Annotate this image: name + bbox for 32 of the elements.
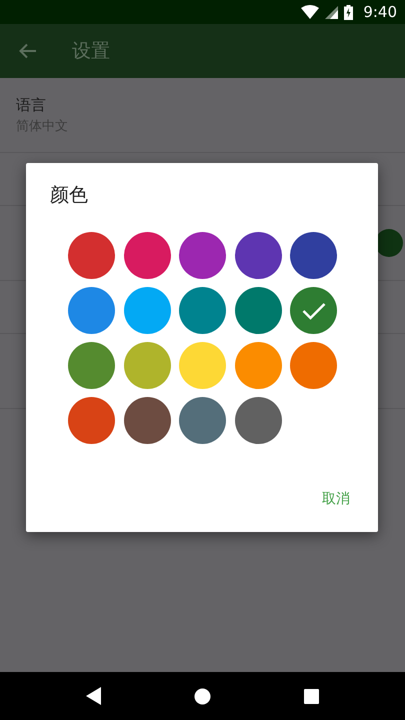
color-swatch[interactable] [290, 232, 337, 279]
recents-icon[interactable] [304, 688, 319, 704]
color-swatch[interactable] [179, 232, 226, 279]
color-swatch[interactable] [124, 342, 170, 389]
home-icon[interactable] [194, 688, 212, 704]
color-swatch[interactable] [68, 342, 115, 389]
color-swatch[interactable] [234, 397, 282, 444]
color-swatch[interactable] [290, 287, 337, 334]
color-swatch[interactable] [68, 397, 115, 444]
color-swatch[interactable] [179, 397, 226, 444]
checkmark-icon [302, 302, 326, 320]
color-swatch[interactable] [68, 287, 115, 334]
cancel-button[interactable]: 取消 [310, 482, 362, 516]
screen-title: 设置 [72, 39, 110, 64]
color-swatch[interactable] [179, 287, 226, 334]
color-swatch[interactable] [124, 232, 170, 279]
color-swatch[interactable] [179, 342, 226, 389]
battery-icon [344, 4, 354, 20]
signal-icon [325, 6, 338, 18]
back-arrow-icon[interactable] [19, 43, 37, 59]
setting-title: 语言 [16, 96, 47, 114]
wifi-icon [301, 5, 320, 19]
color-swatch[interactable] [124, 287, 170, 334]
back-icon[interactable] [86, 687, 102, 705]
color-swatch[interactable] [234, 232, 282, 279]
status-time: 9:40 [363, 3, 397, 21]
color-swatch[interactable] [234, 342, 282, 389]
color-swatch[interactable] [124, 397, 170, 444]
color-swatch[interactable] [68, 232, 115, 279]
color-swatch[interactable] [290, 342, 337, 389]
dialog-title: 颜色 [50, 183, 88, 208]
color-swatch[interactable] [234, 287, 282, 334]
